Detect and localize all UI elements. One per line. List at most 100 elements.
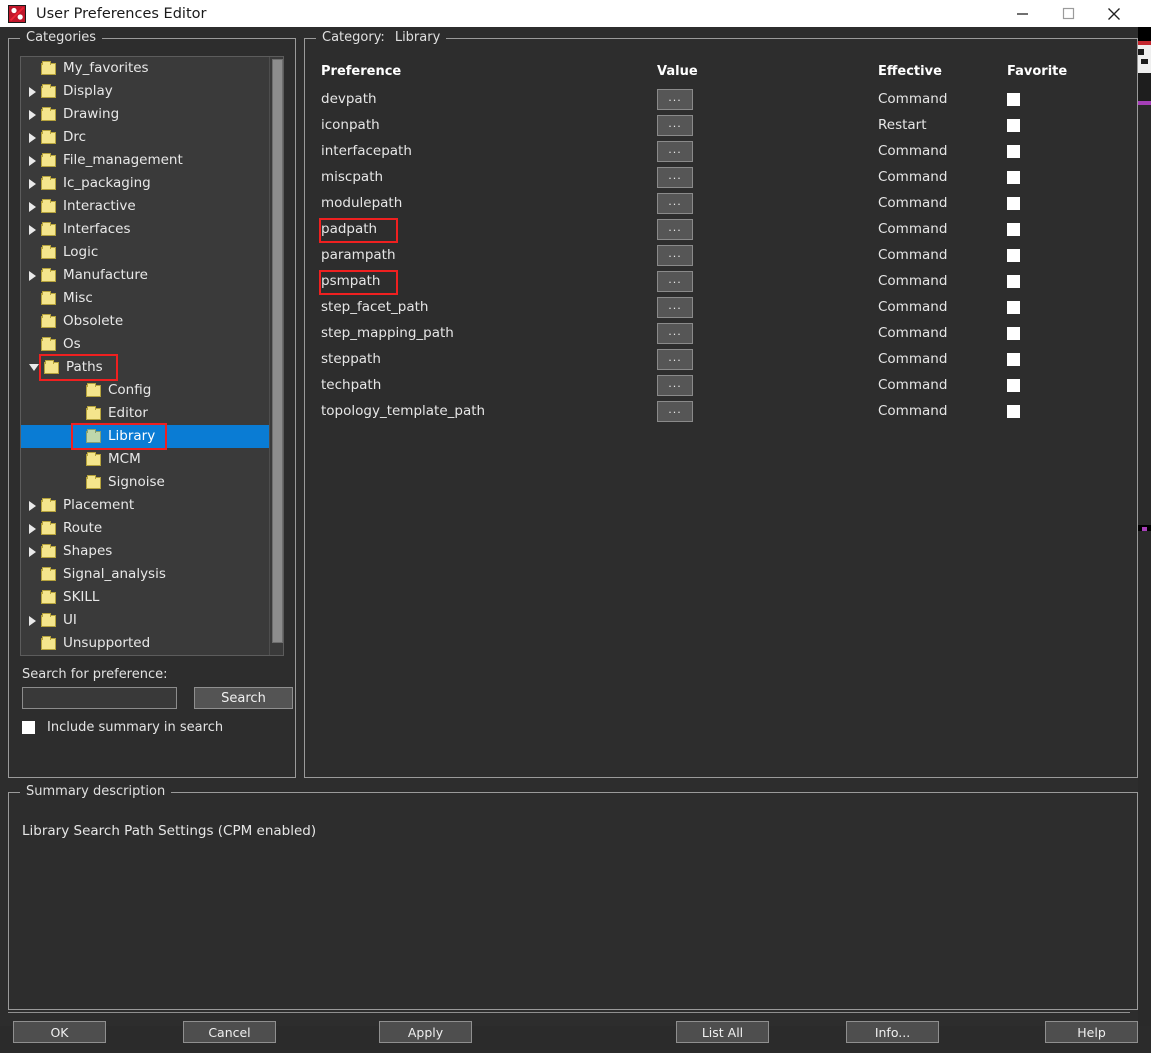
tree-item-interfaces[interactable]: Interfaces (21, 218, 270, 241)
table-row[interactable]: psmpath... Command (317, 269, 1127, 295)
value-browse-button[interactable]: ... (657, 349, 693, 370)
chevron-right-icon[interactable] (29, 86, 36, 97)
tree-item-logic[interactable]: Logic (21, 241, 270, 264)
value-browse-button[interactable]: ... (657, 167, 693, 188)
tree-item-signal_analysis[interactable]: Signal_analysis (21, 563, 270, 586)
favorite-checkbox[interactable] (1007, 353, 1020, 366)
value-browse-button[interactable]: ... (657, 375, 693, 396)
value-browse-button[interactable]: ... (657, 323, 693, 344)
value-browse-button[interactable]: ... (657, 401, 693, 422)
value-browse-button[interactable]: ... (657, 245, 693, 266)
value-cell: ... (657, 323, 693, 344)
tree-item-signoise[interactable]: Signoise (21, 471, 270, 494)
value-browse-button[interactable]: ... (657, 271, 693, 292)
value-browse-button[interactable]: ... (657, 193, 693, 214)
table-row[interactable]: iconpath... Restart (317, 113, 1127, 139)
chevron-right-icon[interactable] (29, 224, 36, 235)
favorite-checkbox[interactable] (1007, 379, 1020, 392)
ok-button[interactable]: OK (13, 1021, 106, 1043)
chevron-right-icon[interactable] (29, 500, 36, 511)
tree-item-display[interactable]: Display (21, 80, 270, 103)
tree-item-unsupported[interactable]: Unsupported (21, 632, 270, 655)
chevron-right-icon[interactable] (29, 201, 36, 212)
table-row[interactable]: modulepath... Command (317, 191, 1127, 217)
table-row[interactable]: steppath... Command (317, 347, 1127, 373)
column-header-favorite: Favorite (1007, 64, 1068, 79)
tree-item-library[interactable]: Library (21, 425, 270, 448)
chevron-right-icon[interactable] (29, 155, 36, 166)
table-row[interactable]: interfacepath... Command (317, 139, 1127, 165)
chevron-right-icon[interactable] (29, 178, 36, 189)
tree-item-editor[interactable]: Editor (21, 402, 270, 425)
table-row[interactable]: devpath... Command (317, 87, 1127, 113)
maximize-button[interactable] (1045, 0, 1091, 27)
favorite-checkbox[interactable] (1007, 145, 1020, 158)
chevron-right-icon[interactable] (29, 109, 36, 120)
table-row[interactable]: step_facet_path... Command (317, 295, 1127, 321)
value-browse-button[interactable]: ... (657, 219, 693, 240)
favorite-checkbox[interactable] (1007, 223, 1020, 236)
cancel-button[interactable]: Cancel (183, 1021, 276, 1043)
include-summary-checkbox[interactable] (22, 721, 35, 734)
favorite-checkbox[interactable] (1007, 327, 1020, 340)
info-button[interactable]: Info... (846, 1021, 939, 1043)
apply-button[interactable]: Apply (379, 1021, 472, 1043)
favorite-checkbox[interactable] (1007, 301, 1020, 314)
tree-item-misc[interactable]: Misc (21, 287, 270, 310)
favorite-checkbox[interactable] (1007, 249, 1020, 262)
categories-tree[interactable]: My_favorites Display Drawing Drc File_manage… (20, 56, 284, 656)
table-row[interactable]: padpath... Command (317, 217, 1127, 243)
chevron-right-icon[interactable] (29, 132, 36, 143)
table-row[interactable]: topology_template_path... Command (317, 399, 1127, 425)
search-input[interactable] (22, 687, 177, 709)
chevron-right-icon[interactable] (29, 546, 36, 557)
value-browse-button[interactable]: ... (657, 297, 693, 318)
table-row[interactable]: techpath... Command (317, 373, 1127, 399)
favorite-checkbox[interactable] (1007, 275, 1020, 288)
folder-icon (41, 60, 56, 75)
value-browse-button[interactable]: ... (657, 115, 693, 136)
favorite-cell (1007, 249, 1020, 262)
tree-item-obsolete[interactable]: Obsolete (21, 310, 270, 333)
chevron-right-icon[interactable] (29, 270, 36, 281)
tree-item-config[interactable]: Config (21, 379, 270, 402)
tree-item-placement[interactable]: Placement (21, 494, 270, 517)
tree-item-ic_packaging[interactable]: Ic_packaging (21, 172, 270, 195)
favorite-checkbox[interactable] (1007, 93, 1020, 106)
tree-item-file_management[interactable]: File_management (21, 149, 270, 172)
chevron-right-icon[interactable] (29, 523, 36, 534)
favorite-checkbox[interactable] (1007, 119, 1020, 132)
include-summary-row[interactable]: Include summary in search (22, 720, 223, 735)
tree-scrollbar-thumb[interactable] (272, 59, 283, 643)
value-browse-button[interactable]: ... (657, 141, 693, 162)
tree-item-interactive[interactable]: Interactive (21, 195, 270, 218)
tree-item-my_favorites[interactable]: My_favorites (21, 57, 270, 80)
help-button[interactable]: Help (1045, 1021, 1138, 1043)
chevron-down-icon[interactable] (29, 364, 39, 371)
favorite-checkbox[interactable] (1007, 197, 1020, 210)
tree-item-drc[interactable]: Drc (21, 126, 270, 149)
search-button[interactable]: Search (194, 687, 293, 709)
tree-item-os[interactable]: Os (21, 333, 270, 356)
tree-item-paths[interactable]: Paths (21, 356, 270, 379)
list-all-button[interactable]: List All (676, 1021, 769, 1043)
tree-item-shapes[interactable]: Shapes (21, 540, 270, 563)
chevron-right-icon[interactable] (29, 615, 36, 626)
table-row[interactable]: parampath... Command (317, 243, 1127, 269)
tree-item-skill[interactable]: SKILL (21, 586, 270, 609)
folder-icon (41, 106, 56, 121)
tree-item-mcm[interactable]: MCM (21, 448, 270, 471)
table-row[interactable]: miscpath... Command (317, 165, 1127, 191)
tree-item-manufacture[interactable]: Manufacture (21, 264, 270, 287)
tree-item-route[interactable]: Route (21, 517, 270, 540)
tree-vertical-scrollbar[interactable] (269, 57, 283, 655)
close-button[interactable] (1091, 0, 1137, 27)
tree-item-label: SKILL (63, 588, 100, 605)
value-browse-button[interactable]: ... (657, 89, 693, 110)
tree-item-ui[interactable]: UI (21, 609, 270, 632)
favorite-checkbox[interactable] (1007, 405, 1020, 418)
minimize-button[interactable] (999, 0, 1045, 27)
table-row[interactable]: step_mapping_path... Command (317, 321, 1127, 347)
tree-item-drawing[interactable]: Drawing (21, 103, 270, 126)
favorite-checkbox[interactable] (1007, 171, 1020, 184)
